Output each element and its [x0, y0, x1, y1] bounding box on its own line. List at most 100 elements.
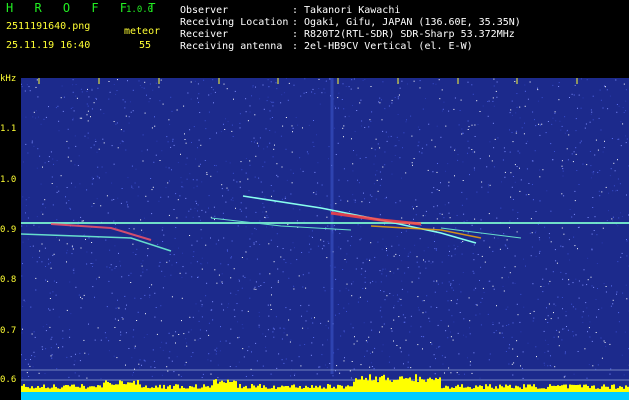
noise-dot: [40, 183, 42, 185]
noise-dot: [98, 276, 100, 278]
level-bar: [523, 384, 525, 392]
level-bar: [389, 380, 391, 392]
noise-dot: [621, 354, 623, 356]
noise-dot: [44, 162, 46, 164]
noise-dot: [219, 340, 221, 342]
noise-dot: [119, 142, 121, 144]
level-bar: [315, 385, 317, 392]
noise-dot: [145, 195, 147, 197]
noise-dot: [52, 204, 54, 206]
noise-dot: [169, 351, 171, 353]
level-bar: [365, 377, 367, 392]
noise-dot: [512, 322, 514, 324]
noise-dot: [339, 372, 341, 374]
noise-dot: [361, 201, 363, 203]
noise-dot: [323, 88, 325, 90]
noise-dot: [469, 174, 470, 176]
noise-dot: [514, 181, 516, 183]
noise-dot: [493, 332, 495, 334]
noise-dot: [200, 263, 201, 265]
noise-dot: [423, 300, 425, 302]
noise-dot: [578, 94, 580, 96]
noise-dot: [88, 237, 90, 239]
noise-dot: [487, 184, 489, 186]
noise-dot: [377, 143, 379, 145]
level-bar: [565, 384, 567, 392]
level-bar: [331, 388, 333, 392]
level-bar: [203, 384, 205, 392]
noise-dot: [596, 316, 597, 318]
noise-dot: [118, 307, 120, 309]
noise-dot: [358, 182, 360, 184]
noise-dot: [287, 99, 289, 101]
noise-dot: [468, 297, 470, 299]
noise-dot: [286, 179, 288, 181]
noise-dot: [172, 335, 174, 337]
noise-dot: [42, 203, 44, 205]
noise-dot: [458, 374, 460, 375]
observer-label: Observer: [180, 5, 229, 16]
noise-dot: [201, 316, 203, 318]
noise-dot: [499, 332, 501, 334]
noise-dot: [223, 309, 224, 311]
noise-dot: [353, 78, 355, 80]
noise-dot: [554, 366, 556, 368]
noise-dot: [539, 252, 540, 254]
noise-dot: [544, 364, 546, 366]
noise-dot: [127, 206, 129, 208]
noise-dot: [101, 166, 103, 168]
noise-dot: [116, 90, 118, 91]
noise-dot: [541, 123, 543, 125]
noise-dot: [53, 163, 54, 165]
level-bar: [465, 387, 467, 392]
noise-dot: [254, 227, 256, 229]
noise-dot: [449, 217, 451, 219]
noise-dot: [382, 268, 384, 270]
noise-dot: [62, 346, 64, 348]
level-bar: [599, 388, 601, 392]
noise-dot: [91, 205, 93, 207]
level-bar: [371, 380, 373, 392]
noise-dot: [172, 138, 174, 140]
level-bar: [83, 385, 85, 392]
noise-dot: [562, 328, 564, 330]
noise-dot: [147, 200, 149, 202]
noise-dot: [270, 101, 272, 103]
noise-dot: [328, 146, 330, 148]
noise-dot: [248, 190, 250, 192]
noise-dot: [61, 85, 63, 87]
noise-dot: [234, 90, 236, 92]
noise-dot: [165, 187, 167, 189]
noise-dot: [547, 365, 549, 367]
noise-dot: [255, 281, 257, 283]
noise-dot: [238, 279, 240, 281]
noise-dot: [375, 138, 377, 140]
noise-dot: [74, 372, 76, 374]
noise-dot: [457, 245, 459, 247]
noise-dot: [511, 132, 513, 133]
noise-dot: [249, 238, 251, 240]
level-bar: [333, 386, 335, 392]
noise-dot: [356, 257, 358, 259]
noise-dot: [238, 280, 240, 282]
noise-dot: [592, 95, 594, 97]
noise-dot: [440, 136, 442, 138]
noise-dot: [447, 325, 449, 327]
noise-dot: [364, 79, 366, 80]
noise-dot: [285, 307, 287, 309]
noise-dot: [324, 92, 326, 94]
noise-dot: [216, 282, 218, 284]
noise-dot: [391, 173, 393, 175]
noise-dot: [152, 89, 154, 91]
noise-dot: [381, 119, 383, 121]
noise-dot: [386, 295, 388, 297]
level-bar: [495, 386, 497, 392]
noise-dot: [247, 178, 249, 180]
noise-dot: [398, 140, 400, 142]
noise-dot: [221, 184, 223, 186]
noise-dot: [440, 320, 442, 321]
noise-dot: [323, 286, 325, 288]
noise-dot: [276, 233, 278, 235]
noise-dot: [398, 298, 400, 300]
noise-dot: [509, 151, 511, 153]
